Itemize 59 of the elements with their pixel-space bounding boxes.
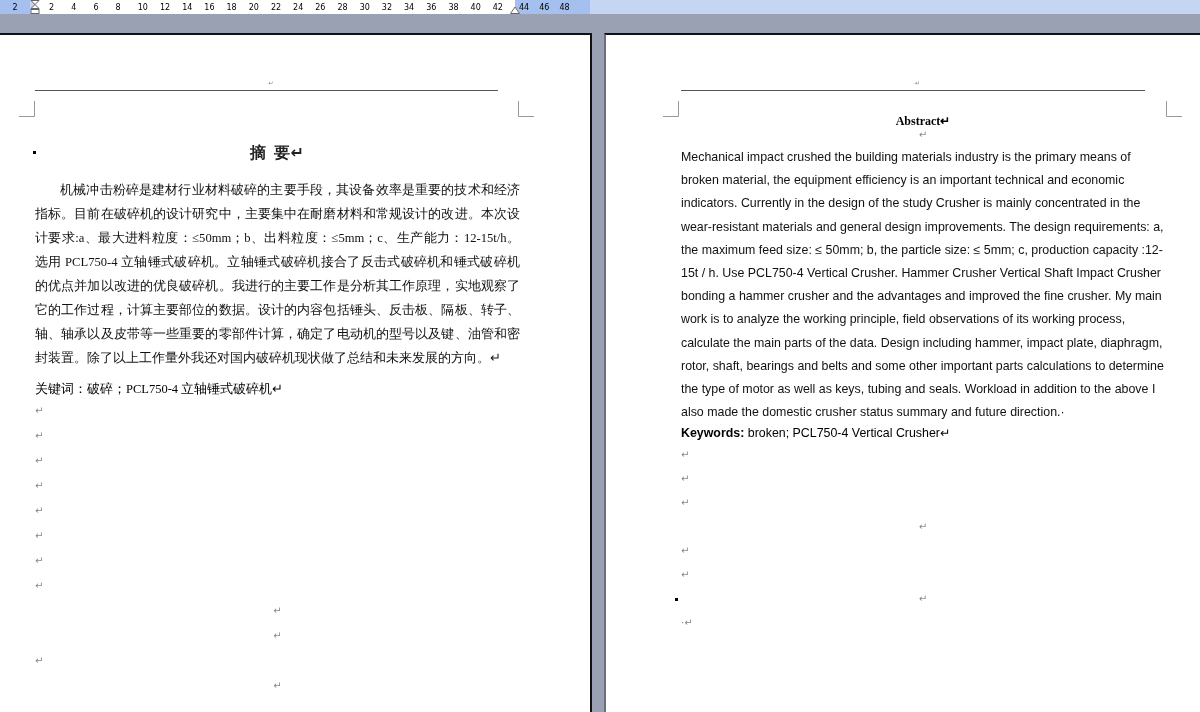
- ruler-number: 32: [381, 2, 393, 12]
- paragraph-mark: ↵: [273, 630, 282, 641]
- paragraph-mark: ↵: [918, 592, 928, 604]
- ruler-number: 12: [159, 2, 172, 12]
- ruler-number: 42: [492, 2, 504, 12]
- paragraph-mark: ↵: [273, 605, 282, 616]
- ruler-number: 30: [359, 2, 371, 12]
- paragraph-mark: ↵: [681, 544, 690, 556]
- paragraph-mark: ↵: [918, 520, 928, 532]
- ruler-number: 44: [519, 2, 530, 12]
- paragraph-mark: ↵: [35, 530, 44, 541]
- paragraph-mark: ↵: [681, 496, 690, 508]
- paragraph-mark: ↵: [35, 480, 44, 491]
- ruler-number: 16: [204, 2, 216, 12]
- ruler-number: 36: [426, 2, 438, 12]
- ruler-number: 28: [337, 2, 349, 12]
- paragraph-mark: ↵: [35, 580, 44, 591]
- keywords-line: 关键词：破碎；PCL750-4 立轴锤式破碎机↵: [35, 381, 285, 398]
- paragraph-mark: ↵: [35, 405, 44, 416]
- ruler-number: 40: [470, 2, 482, 12]
- paragraph-mark: ↵: [681, 448, 690, 460]
- paragraph-mark: ↵: [35, 555, 44, 566]
- paragraph-mark: ↵: [681, 568, 690, 580]
- keywords-line: Keywords: broken; PCL750-4 Vertical Crusher↵: [681, 425, 952, 443]
- ruler-number: 2: [12, 2, 18, 12]
- right-indent-marker-icon[interactable]: [510, 6, 520, 14]
- ruler-number: 10: [137, 2, 149, 12]
- ruler[interactable]: 2 2 4 6 8 10 12 14 16 18 20 22 24 26 28 30 32 34 36 38 40 42 44 46 48: [0, 0, 1200, 14]
- ruler-number: 8: [115, 2, 122, 12]
- ruler-number: 22: [270, 2, 283, 12]
- paragraph-mark: ↵: [35, 430, 44, 441]
- paragraph-mark: ↵: [35, 455, 44, 466]
- crop-mark-icon: [19, 101, 35, 117]
- ruler-number: 6: [93, 2, 100, 12]
- ruler-number: 48: [559, 2, 570, 12]
- ruler-number: 20: [248, 2, 260, 12]
- ruler-number: 2: [49, 2, 56, 12]
- crop-mark-icon: [1166, 101, 1182, 117]
- paragraph-mark: ↵: [35, 505, 44, 516]
- indent-marker-icon[interactable]: [30, 0, 40, 14]
- ruler-number: 38: [448, 2, 460, 12]
- paragraph-mark: ↵: [273, 680, 282, 691]
- ruler-number: 24: [293, 2, 305, 12]
- abstract-paragraph: 机械冲击粉碎是建材行业材料破碎的主要手段，其设备效率是重要的技术和经济指标。目前在破碎机的设计研究中，主要集中在耐磨材料和常规设计的改进。本次设计要求:a、最大进料粒度：≤50mm；b、出料粒度：≤5mm；c、生产能力：12-15t/h。选用 PCL750-4 立轴锤式破碎机。立轴锤式破碎机接合了反击式破碎机和锤式破碎机的优点并加以改进的优良破碎机。我进行的主要工作是分析其工作原理，实地观察了它的工作过程，计算主要部位的数据。设计的内容包括锤头、反击板、隔板、转子、轴、轴承以及皮带等一些重要的零部件计算，确定了电动机的型号以及键、油管和密封装置。除了以上工作量外我还对国内破碎机现状做了总结和未来发展的方向。↵: [35, 182, 520, 367]
- ruler-number: 18: [226, 2, 238, 12]
- paragraph-mark: ↵: [35, 655, 44, 666]
- crop-mark-icon: [663, 101, 679, 117]
- ruler-number: 4: [71, 2, 78, 12]
- abstract-paragraph: Mechanical impact crushed the building materials industry is the primary means of broken material, the equipment efficiency is an important technical and economic indicators. Currently in the design of the study Crusher is mainly concentrated in the wear-resistant materials and general design improvements. The design requirements: a, the maximum feed size: ≤ 50mm; b, the particle size: ≤ 5mm; c, production capacity :12-15t / h. Use PCL750-4 Vertical Crusher. Hammer Crusher Vertical Shaft Impact Crusher bonding a hammer crusher and the advantages and improved the fine crusher. My main work is to analyze the working principle, field observations of its working process, calculate the main parts of the data. Design including hammer, impact plate, diaphragm, rotor, shaft, bearings and belts and some other important parts calculations to determine the type of motor as well as keys, tubing and seals. Workload in addition to the above I also made the domestic crusher status summary and future direction.·: [681, 149, 1165, 422]
- crop-mark-icon: [518, 101, 534, 117]
- ruler-number: 14: [182, 2, 194, 12]
- ruler-number: 26: [315, 2, 327, 12]
- paragraph-mark: ↵: [917, 129, 929, 140]
- page-title: 摘 要↵: [250, 143, 305, 164]
- page-title: Abstract↵: [895, 114, 951, 129]
- paragraph-mark: ↵: [681, 472, 690, 484]
- ruler-number: 34: [404, 2, 416, 12]
- paragraph-mark: ·↵: [681, 616, 693, 628]
- ruler-number: 46: [539, 2, 550, 12]
